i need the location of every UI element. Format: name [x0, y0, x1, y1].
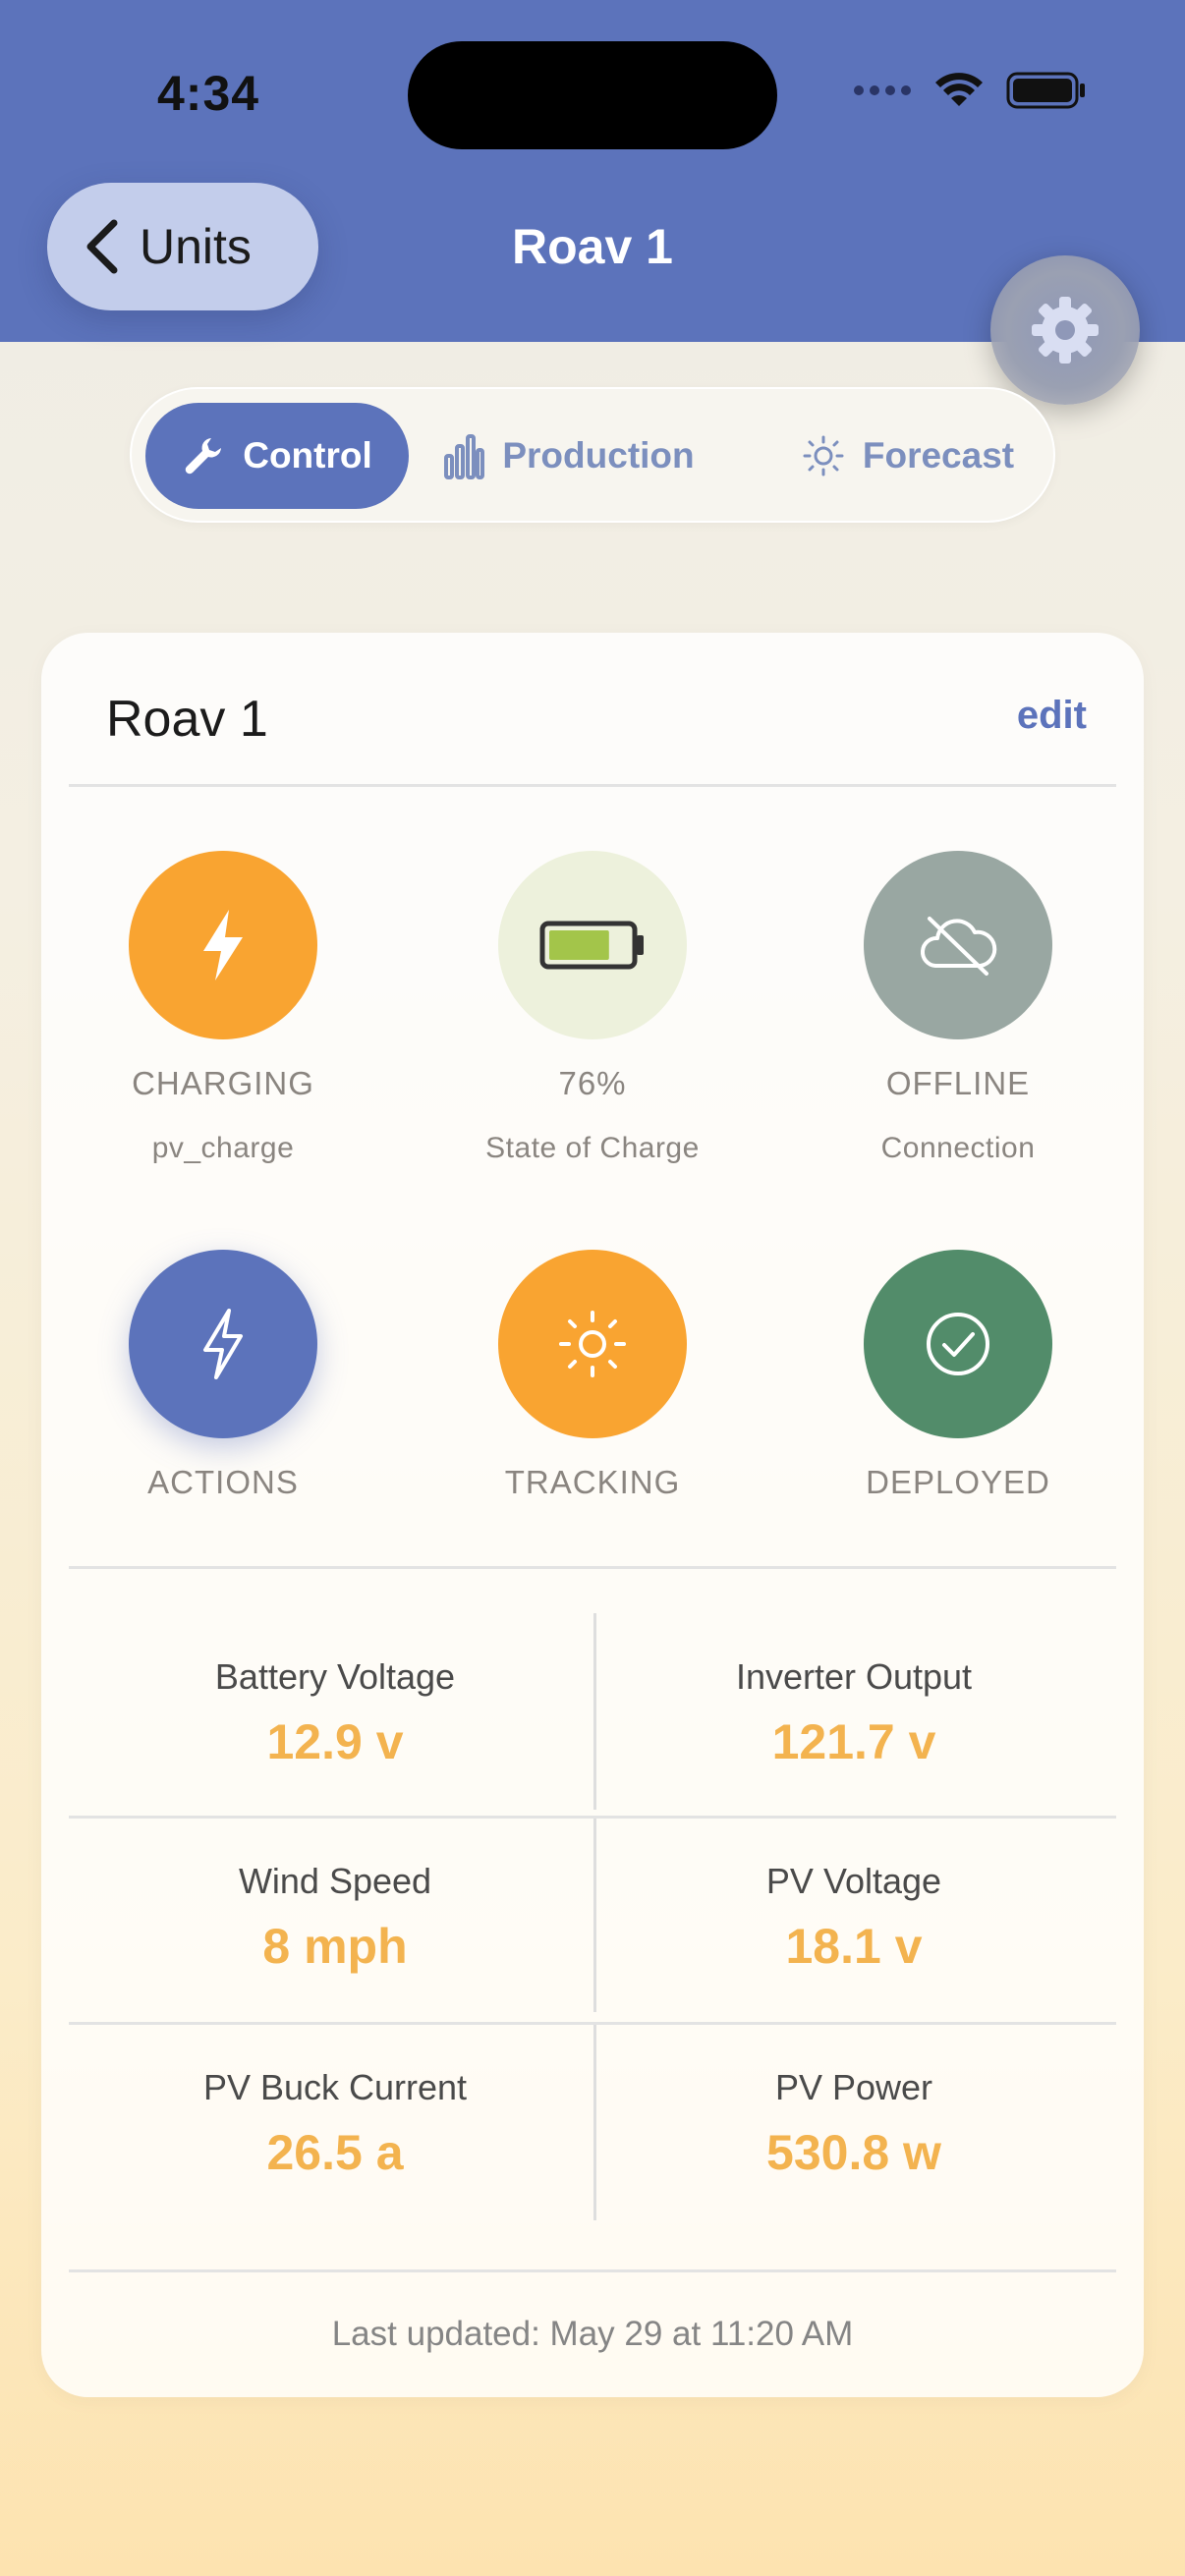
- cloud-offline-icon: [920, 917, 997, 976]
- metric-battery-voltage: Battery Voltage 12.9 v: [75, 1656, 595, 1770]
- metric-value: 121.7 v: [771, 1714, 936, 1769]
- tab-control-label: Control: [243, 435, 372, 476]
- metric-inverter-output: Inverter Output 121.7 v: [593, 1656, 1114, 1770]
- battery-status-icon: [1006, 72, 1085, 109]
- tracking-button[interactable]: TRACKING: [430, 1250, 755, 1501]
- battery-icon: [539, 921, 644, 970]
- charging-circle: [129, 851, 317, 1039]
- wifi-icon: [935, 73, 983, 106]
- battery-circle: [498, 851, 687, 1039]
- segmented-tabbar: Control Production Forecast: [130, 387, 1055, 523]
- sun-icon: [803, 435, 844, 476]
- status-icons: [853, 71, 1087, 110]
- dynamic-island: [408, 41, 777, 149]
- settings-button[interactable]: [990, 255, 1140, 405]
- bar-chart-icon: [444, 434, 485, 479]
- check-circle-icon: [927, 1313, 989, 1375]
- actions-label: ACTIONS: [147, 1464, 299, 1500]
- status-battery-label: 76%: [558, 1065, 627, 1101]
- metric-value: 8 mph: [262, 1919, 408, 1974]
- metric-pv-voltage: PV Voltage 18.1 v: [593, 1861, 1114, 1975]
- tab-forecast-label: Forecast: [862, 435, 1015, 476]
- metric-label: Wind Speed: [238, 1861, 432, 1901]
- tab-production-label: Production: [502, 435, 695, 476]
- edit-button[interactable]: edit: [1017, 694, 1087, 738]
- metric-label: PV Power: [774, 2067, 933, 2107]
- deployed-circle: [864, 1250, 1052, 1438]
- tab-production[interactable]: Production: [426, 403, 711, 509]
- status-battery[interactable]: 76% State of Charge: [430, 851, 755, 1165]
- divider: [69, 1566, 1116, 1569]
- gear-icon: [1032, 297, 1099, 364]
- status-charging-label: CHARGING: [132, 1065, 314, 1101]
- actions-circle: [129, 1250, 317, 1438]
- status-charging[interactable]: CHARGING pv_charge: [61, 851, 385, 1165]
- metric-label: Battery Voltage: [214, 1656, 456, 1697]
- status-charging-sub: pv_charge: [151, 1132, 295, 1164]
- status-battery-sub: State of Charge: [485, 1132, 700, 1164]
- metric-pv-power: PV Power 530.8 w: [593, 2067, 1114, 2181]
- metric-value: 12.9 v: [266, 1714, 404, 1769]
- metric-label: PV Buck Current: [202, 2067, 468, 2107]
- last-updated: Last updated: May 29 at 11:20 AM: [331, 2315, 854, 2353]
- bolt-outline-icon: [203, 1309, 243, 1379]
- deployed-button[interactable]: DEPLOYED: [796, 1250, 1120, 1501]
- tracking-circle: [498, 1250, 687, 1438]
- metric-value: 26.5 a: [266, 2125, 404, 2180]
- bolt-icon: [203, 910, 243, 980]
- actions-button[interactable]: ACTIONS: [61, 1250, 385, 1501]
- sun-icon: [559, 1311, 626, 1377]
- wrench-icon: [185, 438, 222, 475]
- status-connection[interactable]: OFFLINE Connection: [796, 851, 1120, 1165]
- deployed-label: DEPLOYED: [866, 1464, 1050, 1500]
- metric-pv-buck-current: PV Buck Current 26.5 a: [75, 2067, 595, 2181]
- card-title: Roav 1: [106, 691, 268, 748]
- cellular-signal-icon: [854, 85, 911, 95]
- status-time: 4:34: [157, 66, 260, 121]
- metric-label: PV Voltage: [765, 1861, 942, 1901]
- divider: [69, 1816, 1116, 1819]
- divider: [69, 2022, 1116, 2025]
- tab-forecast[interactable]: Forecast: [780, 403, 1036, 509]
- status-connection-sub: Connection: [880, 1132, 1036, 1164]
- metric-label: Inverter Output: [735, 1656, 973, 1697]
- metric-wind-speed: Wind Speed 8 mph: [75, 1861, 595, 1975]
- tracking-label: TRACKING: [504, 1464, 681, 1500]
- metric-value: 18.1 v: [785, 1919, 923, 1974]
- divider: [69, 2269, 1116, 2272]
- divider: [69, 784, 1116, 787]
- page-title: Roav 1: [512, 219, 673, 274]
- metric-value: 530.8 w: [766, 2125, 941, 2180]
- unit-card: Roav 1 edit CHARGING pv_charge 76% State…: [41, 633, 1144, 2397]
- connection-circle: [864, 851, 1052, 1039]
- tab-control[interactable]: Control: [145, 403, 409, 509]
- status-connection-label: OFFLINE: [885, 1065, 1031, 1101]
